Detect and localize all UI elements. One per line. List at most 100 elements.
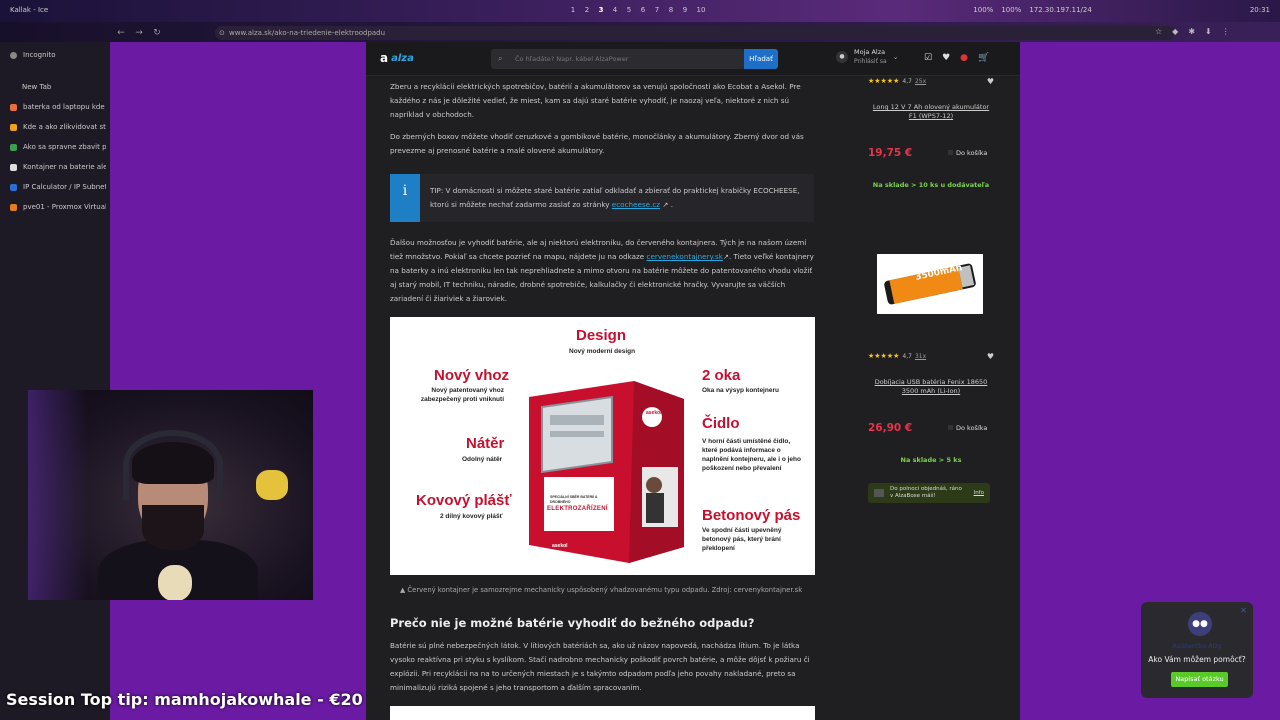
product-price: 19,75 €: [868, 147, 913, 159]
sidebar-tab-4[interactable]: Kontajner na baterie alet: [10, 160, 106, 174]
extension-icon[interactable]: ◆: [1172, 27, 1178, 36]
account-login: Prihlásiť sa: [854, 58, 887, 65]
favorite-heart-icon[interactable]: ♥: [987, 77, 994, 86]
extension-icons: ☆ ◆ ✱ ⬇ ⋮: [1155, 27, 1230, 36]
sidebar-tab-6[interactable]: pve01 - Proxmox Virtual: [10, 200, 106, 214]
ig-nater-desc: Odolný nátěr: [462, 456, 503, 463]
system-tray: 100% 100% 172.30.197.11/24 20:31: [973, 6, 1270, 14]
product-card-2[interactable]: ★★★★★ 4,7 31x ♥ Dobíjacia USB batéria Fe…: [868, 352, 994, 472]
ig-cidlo-desc: V horní části umístěné čidlo, které podá…: [702, 438, 801, 472]
sidebar-tab-2[interactable]: Kde a ako zlikvidovat sta: [10, 120, 106, 134]
chat-question: Ako Vám môžem pomôcť?: [1148, 655, 1246, 664]
product-name[interactable]: Long 12 V 7 Ah olovený akumulátor F1 (WP…: [868, 103, 994, 121]
favorite-heart-icon[interactable]: ♥: [987, 352, 994, 361]
stock-status: Na sklade > 5 ks: [900, 456, 962, 464]
tray-brightness[interactable]: 100%: [1001, 6, 1021, 14]
promo-info-link[interactable]: Info: [974, 490, 984, 497]
address-bar[interactable]: ⊙ www.alza.sk/ako-na-triedenie-elektrood…: [215, 26, 1175, 40]
menu-icon[interactable]: ⋮: [1222, 27, 1230, 36]
sidebar-tab-1[interactable]: baterka od laptopu kde v: [10, 100, 106, 114]
rating-value: 4,7: [902, 77, 912, 85]
language-flag-icon[interactable]: ●: [960, 53, 968, 63]
chat-widget: ✕ ●● Asistentka Alzy Ako Vám môžem pomôc…: [1141, 602, 1253, 698]
search-placeholder: Čo hľadáte? Napr. kábel AlzaPower: [515, 55, 629, 63]
tab-label: IP Calculator / IP Subnet: [23, 183, 106, 191]
ig-plast-desc: 2 dílný kovový plášť: [440, 513, 503, 520]
workspace-9[interactable]: 9: [682, 6, 688, 14]
workspace-5[interactable]: 5: [626, 6, 632, 14]
stock-status: Na sklade > 10 ks u dodávateľa: [872, 181, 990, 189]
star-icons: ★★★★★: [868, 77, 900, 85]
workspace-1[interactable]: 1: [570, 6, 576, 14]
workspace-4[interactable]: 4: [612, 6, 618, 14]
reload-icon[interactable]: ↻: [150, 26, 164, 40]
cervenekontajnery-link[interactable]: cervenekontajnery.sk: [647, 252, 723, 261]
asekol-brand: asekol: [646, 410, 662, 416]
workspace-10[interactable]: 10: [696, 6, 706, 14]
ig-design-title: Design: [576, 327, 627, 344]
download-icon[interactable]: ⬇: [1205, 27, 1212, 36]
sidebar-tab-3[interactable]: Ako sa spravne zbavit po: [10, 140, 106, 154]
lock-icon: ⊙: [219, 29, 225, 37]
info-icon: i: [390, 174, 420, 222]
cart-icon[interactable]: 🛒: [978, 53, 989, 63]
system-top-bar: Kallak - Ice 1 2 3 4 5 6 7 8 9 10 100% 1…: [0, 0, 1280, 22]
tab-label: Kde a ako zlikvidovat sta: [23, 123, 106, 131]
product-name[interactable]: Dobíjacia USB batéria Fenix 18650 3500 m…: [868, 378, 994, 396]
workspace-7[interactable]: 7: [654, 6, 660, 14]
ecocheese-link[interactable]: ecocheese.cz: [612, 200, 660, 209]
url-text: www.alza.sk/ako-na-triedenie-elektroodpa…: [229, 29, 386, 37]
alzabox-promo: Do polnoci objednáš, ráno v AlzaBoxe máš…: [868, 483, 990, 503]
tray-ip: 172.30.197.11/24: [1029, 6, 1092, 14]
logo-mark: a: [380, 51, 389, 65]
article-paragraph-1: Zberu a recyklácii elektrických spotrebi…: [390, 82, 801, 119]
article-paragraph-3: Ďalšou možnosťou je vyhodiť batérie, ale…: [390, 236, 818, 306]
workspace-2[interactable]: 2: [584, 6, 590, 14]
battery-product-image[interactable]: 3500mAh: [877, 254, 983, 314]
favorites-heart-icon[interactable]: ♥: [942, 53, 950, 63]
tab-favicon-icon: [10, 203, 17, 211]
incognito-indicator: Incognito: [10, 48, 106, 62]
add-to-cart-button[interactable]: Do košíka: [948, 424, 987, 432]
ig-nater-title: Nátěr: [466, 435, 505, 452]
search-input[interactable]: ⌕ Čo hľadáte? Napr. kábel AlzaPower: [491, 49, 745, 69]
incognito-label: Incognito: [23, 51, 56, 59]
webcam-rgb-glow: [28, 390, 88, 600]
product-card-1[interactable]: ★★★★★ 4,7 25x ♥ Long 12 V 7 Ah olovený a…: [868, 77, 994, 197]
workspace-3[interactable]: 3: [598, 6, 604, 14]
section-heading: Prečo nie je možné batérie vyhodiť do be…: [390, 616, 755, 630]
rating-count[interactable]: 31x: [915, 353, 926, 360]
tab-favicon-icon: [10, 163, 17, 171]
sidebar-tab-5[interactable]: IP Calculator / IP Subnet: [10, 180, 106, 194]
stream-top-tip: Session Top tip: mamhojakowhale - €20: [6, 690, 363, 709]
alza-logo[interactable]: a alza: [380, 51, 414, 65]
container-small-text: SPECIÁLNÍ SBĚR BATERIÍ A DROBNÉHO: [550, 495, 598, 504]
ig-cidlo-title: Čidlo: [702, 415, 740, 432]
account-menu[interactable]: ● Moja Alza Prihlásiť sa ⌄: [836, 48, 899, 66]
window-title: Kallak - Ice: [10, 6, 49, 14]
add-to-cart-button[interactable]: Do košíka: [948, 149, 987, 157]
workspace-switcher[interactable]: 1 2 3 4 5 6 7 8 9 10: [570, 6, 706, 14]
workspace-8[interactable]: 8: [668, 6, 674, 14]
puzzle-icon[interactable]: ✱: [1188, 27, 1195, 36]
workspace-6[interactable]: 6: [640, 6, 646, 14]
back-icon[interactable]: ←: [114, 26, 128, 40]
promo-text: Do polnoci objednáš, ráno v AlzaBoxe máš…: [890, 486, 962, 499]
chevron-down-icon: ⌄: [892, 53, 899, 61]
alzabox-icon: [874, 489, 884, 497]
ig-vhoz-desc: Nový patentovaný vhoz zabezpečený proti …: [420, 387, 504, 403]
forward-icon[interactable]: →: [132, 26, 146, 40]
new-tab-button[interactable]: New Tab: [22, 80, 118, 94]
container-big-text: ELEKTROZAŘÍZENÍ: [547, 506, 608, 512]
tray-volume[interactable]: 100%: [973, 6, 993, 14]
rating-count[interactable]: 25x: [915, 78, 926, 85]
bookmark-star-icon[interactable]: ☆: [1155, 27, 1162, 36]
orders-icon[interactable]: ☑: [924, 53, 932, 63]
search-button[interactable]: Hľadať: [744, 49, 778, 69]
microphone-icon: [158, 565, 192, 600]
chat-ask-button[interactable]: Napísať otázku: [1171, 672, 1228, 687]
tab-label: Kontajner na baterie alet: [23, 163, 106, 171]
tray-clock: 20:31: [1249, 6, 1270, 14]
tab-favicon-icon: [10, 183, 17, 191]
close-icon[interactable]: ✕: [1240, 606, 1247, 615]
